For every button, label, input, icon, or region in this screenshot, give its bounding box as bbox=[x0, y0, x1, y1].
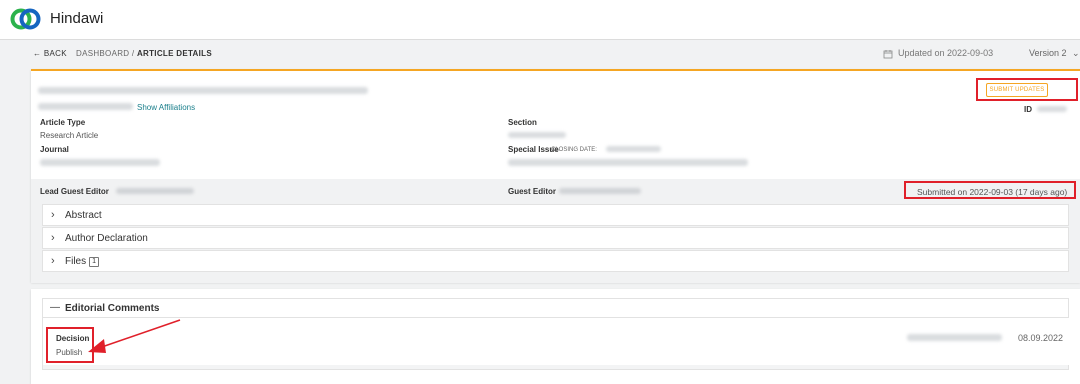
editorial-comments-title: Editorial Comments bbox=[65, 303, 160, 314]
breadcrumb-current: ARTICLE DETAILS bbox=[136, 49, 212, 58]
back-label: BACK bbox=[43, 49, 67, 58]
journal-label: Journal bbox=[40, 145, 69, 154]
journal-redacted bbox=[40, 159, 160, 166]
breadcrumb-bar: ← BACK DASHBOARD / ARTICLE DETAILS Updat… bbox=[31, 45, 1080, 65]
highlight-box-submit bbox=[976, 78, 1078, 101]
collapse-minus-icon: — bbox=[50, 302, 60, 313]
version-label: Version 2 bbox=[1029, 48, 1067, 58]
breadcrumb-dashboard[interactable]: DASHBOARD / bbox=[76, 49, 134, 58]
version-dropdown[interactable]: Version 2 ⌄ bbox=[1029, 48, 1080, 59]
accordion-label: Files 1 bbox=[65, 256, 100, 267]
chevron-right-icon: › bbox=[51, 232, 55, 244]
authors-redacted bbox=[38, 103, 133, 110]
article-details-card: Show Affiliations SUBMIT UPDATES ID Arti… bbox=[31, 69, 1080, 283]
top-bar: Hindawi bbox=[0, 0, 1080, 40]
lead-guest-editor-redacted bbox=[116, 188, 194, 194]
arrow-left-icon: ← bbox=[33, 49, 42, 58]
id-redacted bbox=[1037, 106, 1067, 112]
article-type-label: Article Type bbox=[40, 118, 86, 127]
guest-editor-label: Guest Editor bbox=[508, 187, 557, 196]
calendar-icon bbox=[883, 50, 893, 59]
accordion-files[interactable]: › Files 1 bbox=[42, 250, 1069, 272]
highlight-box-submitted bbox=[904, 181, 1076, 199]
lead-guest-editor-label: Lead Guest Editor bbox=[40, 187, 109, 196]
editorial-comments-card: — Editorial Comments Decision Publish 08… bbox=[31, 289, 1080, 384]
chevron-right-icon: › bbox=[51, 209, 55, 221]
editors-strip: Lead Guest Editor Guest Editor Submitted… bbox=[31, 179, 1080, 283]
id-label: ID bbox=[1024, 105, 1032, 114]
editor-name-redacted bbox=[907, 334, 1002, 341]
show-affiliations-link[interactable]: Show Affiliations bbox=[137, 103, 195, 112]
closing-date-label: CLOSING DATE: bbox=[551, 147, 597, 153]
closing-date-redacted bbox=[606, 146, 661, 152]
section-redacted bbox=[508, 132, 566, 138]
chevron-right-icon: › bbox=[51, 255, 55, 267]
accordion-abstract[interactable]: › Abstract bbox=[42, 204, 1069, 226]
accordion-label: Abstract bbox=[65, 210, 102, 221]
highlight-box-decision bbox=[46, 327, 94, 363]
article-title-redacted bbox=[38, 87, 368, 94]
updated-date: Updated on 2022-09-03 bbox=[898, 48, 994, 58]
section-label: Section bbox=[508, 118, 537, 127]
guest-editor-redacted bbox=[559, 188, 641, 194]
breadcrumb: DASHBOARD / ARTICLE DETAILS bbox=[76, 49, 212, 58]
editorial-comment-content: Decision Publish 08.09.2022 bbox=[43, 318, 1070, 365]
brand-name: Hindawi bbox=[50, 10, 104, 27]
special-issue-redacted bbox=[508, 159, 748, 166]
chevron-down-icon: ⌄ bbox=[1072, 48, 1080, 58]
files-count-badge: 1 bbox=[89, 257, 100, 267]
back-button[interactable]: ← BACK bbox=[33, 49, 67, 58]
editorial-comments-header[interactable]: — Editorial Comments bbox=[42, 298, 1069, 318]
accordion-author-declaration[interactable]: › Author Declaration bbox=[42, 227, 1069, 249]
comment-date: 08.09.2022 bbox=[1018, 333, 1064, 343]
hindawi-logo-icon[interactable] bbox=[9, 8, 43, 30]
files-label: Files bbox=[65, 256, 87, 267]
accordion-label: Author Declaration bbox=[65, 233, 148, 244]
article-type-value: Research Article bbox=[40, 131, 99, 140]
editorial-comment-item: Decision Publish 08.09.2022 bbox=[42, 318, 1070, 370]
